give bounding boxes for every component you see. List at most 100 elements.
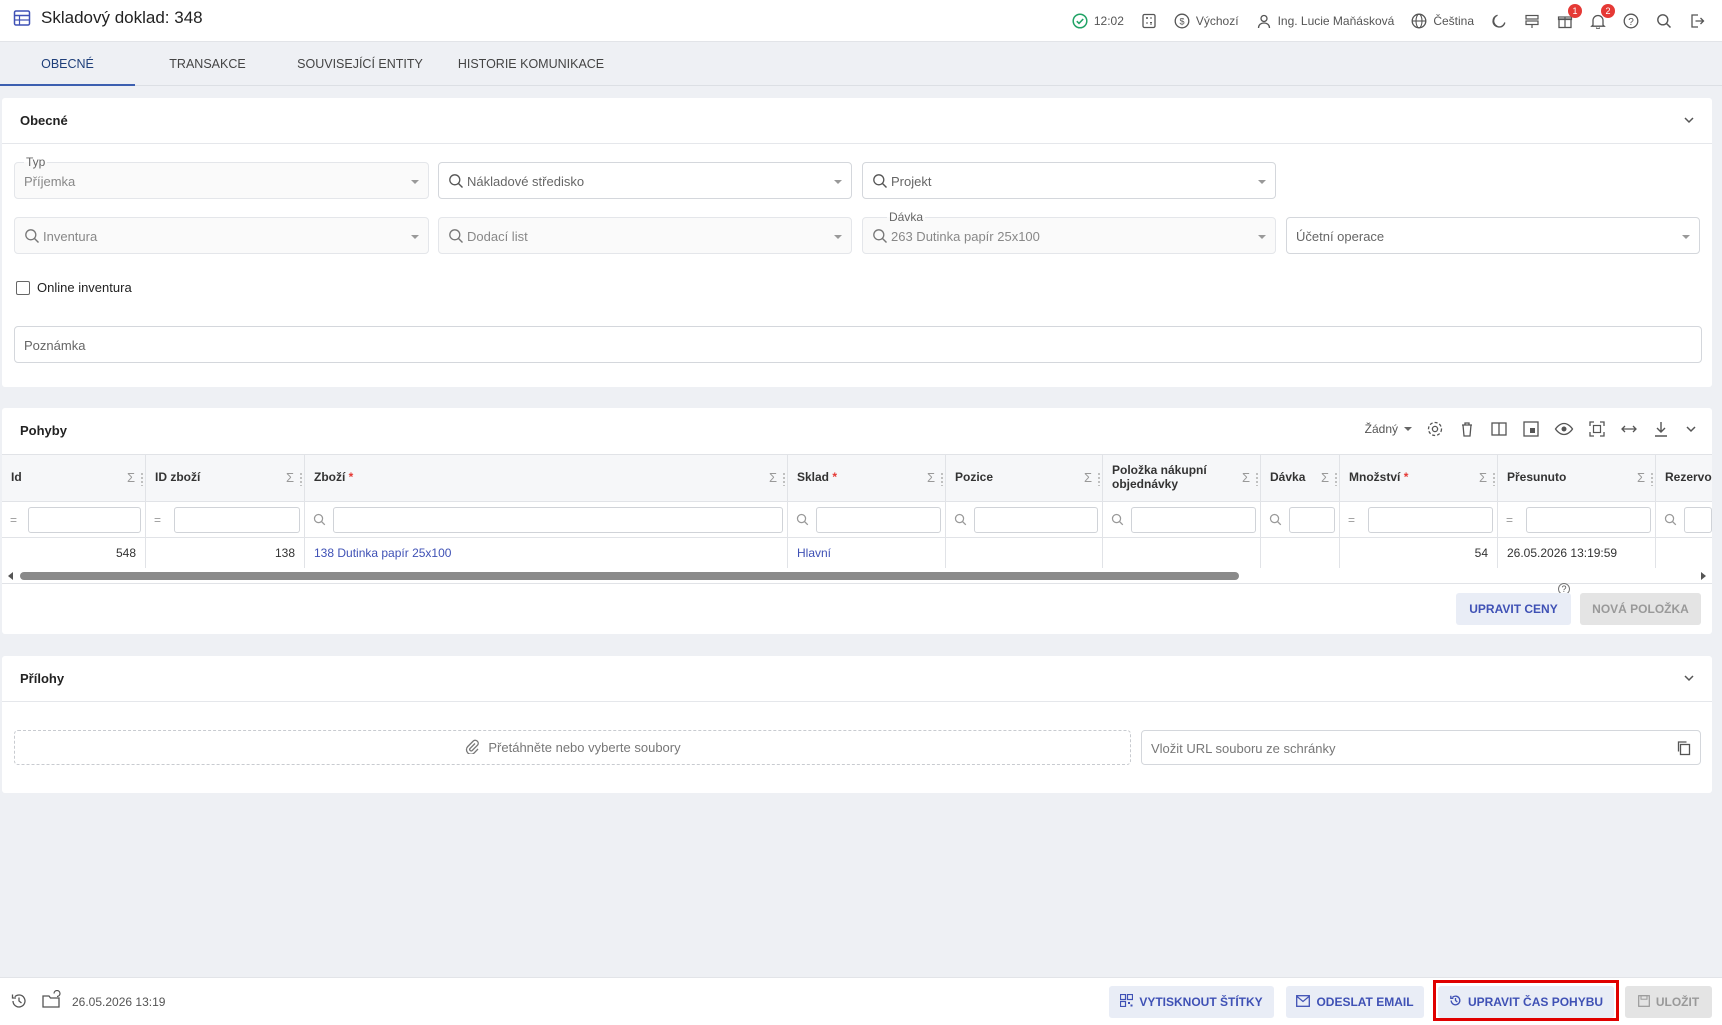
column-po-item[interactable]: Položka nákupní objednávky Σ (1103, 455, 1261, 501)
project-select[interactable]: Projekt (862, 162, 1276, 199)
tab-general[interactable]: OBECNÉ (0, 42, 135, 86)
filter-input[interactable] (28, 507, 141, 533)
column-position[interactable]: Pozice Σ (946, 455, 1103, 501)
save-button[interactable]: ULOŽIT (1625, 986, 1712, 1018)
new-item-button[interactable]: NOVÁ POLOŽKA (1580, 593, 1701, 625)
language-selector[interactable]: Čeština (1411, 13, 1474, 29)
print-labels-button[interactable]: VYTISKNOUT ŠTÍTKY (1109, 986, 1274, 1018)
column-quantity[interactable]: Množství * Σ (1340, 455, 1498, 501)
search-icon[interactable] (313, 513, 326, 529)
column-reserved[interactable]: Rezervo (1656, 455, 1712, 501)
user-menu[interactable]: Ing. Lucie Maňásková (1256, 13, 1394, 29)
sum-icon[interactable]: Σ (1479, 470, 1487, 485)
columns-icon[interactable] (1490, 420, 1508, 438)
delivery-note-select[interactable]: Dodací list (438, 217, 852, 254)
inventory-select[interactable]: Inventura (14, 217, 429, 254)
resize-handle[interactable] (1492, 472, 1496, 486)
dark-mode-toggle[interactable] (1491, 13, 1507, 29)
scrollbar-thumb[interactable] (20, 572, 1239, 580)
resize-handle[interactable] (782, 472, 786, 486)
notifications-button[interactable]: 2 (1590, 4, 1615, 29)
search-button[interactable] (1656, 13, 1672, 29)
online-inventory-checkbox[interactable] (16, 281, 30, 295)
cost-center-select[interactable]: Nákladové středisko (438, 162, 852, 199)
column-batch[interactable]: Dávka Σ (1261, 455, 1340, 501)
fit-screen-icon[interactable] (1588, 420, 1606, 438)
help-button[interactable]: ? (1623, 13, 1639, 29)
file-dropzone[interactable]: Přetáhněte nebo vyberte soubory (14, 730, 1131, 765)
column-moved[interactable]: Přesunuto Σ (1498, 455, 1656, 501)
edit-prices-button[interactable]: UPRAVIT CENY (1456, 593, 1571, 625)
sum-icon[interactable]: Σ (127, 470, 135, 485)
resize-handle[interactable] (1097, 472, 1101, 486)
column-item[interactable]: Zboží * Σ (305, 455, 788, 501)
equals-icon[interactable]: = (1506, 513, 1513, 527)
horizontal-scrollbar[interactable] (2, 569, 1712, 583)
url-input[interactable]: Vložit URL souboru ze schránky (1141, 730, 1701, 765)
sum-icon[interactable]: Σ (1321, 470, 1329, 485)
layout-button[interactable] (1524, 13, 1540, 29)
sum-icon[interactable]: Σ (1084, 470, 1092, 485)
view-select[interactable]: Žádný (1365, 422, 1412, 436)
filter-input[interactable] (1289, 507, 1335, 533)
download-icon[interactable] (1652, 420, 1670, 438)
filter-input[interactable] (1368, 507, 1493, 533)
search-icon[interactable] (1111, 513, 1124, 529)
filter-input[interactable] (333, 507, 783, 533)
column-warehouse[interactable]: Sklad * Σ (788, 455, 946, 501)
search-icon[interactable] (1664, 513, 1677, 529)
batch-select[interactable]: Dávka 263 Dutinka papír 25x100 (862, 210, 1276, 254)
search-icon[interactable] (1269, 513, 1282, 529)
search-icon[interactable] (954, 513, 967, 529)
note-field[interactable]: Poznámka (14, 326, 1702, 363)
general-header[interactable]: Obecné (2, 98, 1712, 144)
calculator-button[interactable] (1141, 13, 1157, 29)
resize-handle[interactable] (140, 472, 144, 486)
sum-icon[interactable]: Σ (1637, 470, 1645, 485)
column-item-id[interactable]: ID zboží Σ (146, 455, 305, 501)
delete-icon[interactable] (1458, 420, 1476, 438)
tab-communication-history[interactable]: HISTORIE KOMUNIKACE (440, 42, 622, 86)
item-link[interactable]: 138 Dutinka papír 25x100 (314, 546, 451, 560)
logout-button[interactable] (1689, 13, 1705, 29)
expand-width-icon[interactable] (1620, 420, 1638, 438)
eye-icon[interactable] (1554, 420, 1574, 438)
sum-icon[interactable]: Σ (769, 470, 777, 485)
sum-icon[interactable]: Σ (286, 470, 294, 485)
resize-handle[interactable] (940, 472, 944, 486)
equals-icon[interactable]: = (154, 513, 161, 527)
attachments-header[interactable]: Přílohy (2, 656, 1712, 702)
type-select[interactable]: Typ Příjemka (14, 155, 429, 199)
gift-button[interactable]: 1 (1557, 4, 1582, 29)
tab-related-entities[interactable]: SOUVISEJÍCÍ ENTITY (280, 42, 440, 86)
status-time[interactable]: 12:02 (1072, 13, 1124, 29)
sum-icon[interactable]: Σ (1242, 470, 1250, 485)
filter-input[interactable] (174, 507, 300, 533)
table-row[interactable]: 548 138 138 Dutinka papír 25x100 Hlavní … (2, 538, 1712, 568)
tab-transactions[interactable]: TRANSAKCE (135, 42, 280, 86)
search-icon[interactable] (796, 513, 809, 529)
folder-history-icon[interactable] (41, 989, 61, 1013)
sum-icon[interactable]: Σ (927, 470, 935, 485)
chevron-down-icon[interactable] (1684, 422, 1698, 436)
scroll-left-icon[interactable] (8, 572, 13, 580)
scroll-right-icon[interactable] (1701, 572, 1706, 580)
chevron-down-icon[interactable] (1682, 113, 1696, 130)
resize-handle[interactable] (1255, 472, 1259, 486)
settings-icon[interactable] (1426, 420, 1444, 438)
chevron-down-icon[interactable] (1682, 671, 1696, 688)
history-icon[interactable] (10, 992, 28, 1013)
equals-icon[interactable]: = (1348, 513, 1355, 527)
warehouse-link[interactable]: Hlavní (797, 546, 831, 560)
filter-input[interactable] (1526, 507, 1651, 533)
filter-input[interactable] (1131, 507, 1256, 533)
paste-icon[interactable] (1676, 740, 1692, 759)
equals-icon[interactable]: = (10, 513, 17, 527)
image-icon[interactable] (1522, 420, 1540, 438)
resize-handle[interactable] (1650, 472, 1654, 486)
accounting-operation-select[interactable]: Účetní operace (1286, 217, 1700, 254)
column-id[interactable]: Id Σ (2, 455, 146, 501)
currency-selector[interactable]: $ Výchozí (1174, 13, 1239, 29)
send-email-button[interactable]: ODESLAT EMAIL (1286, 986, 1424, 1018)
resize-handle[interactable] (1334, 472, 1338, 486)
